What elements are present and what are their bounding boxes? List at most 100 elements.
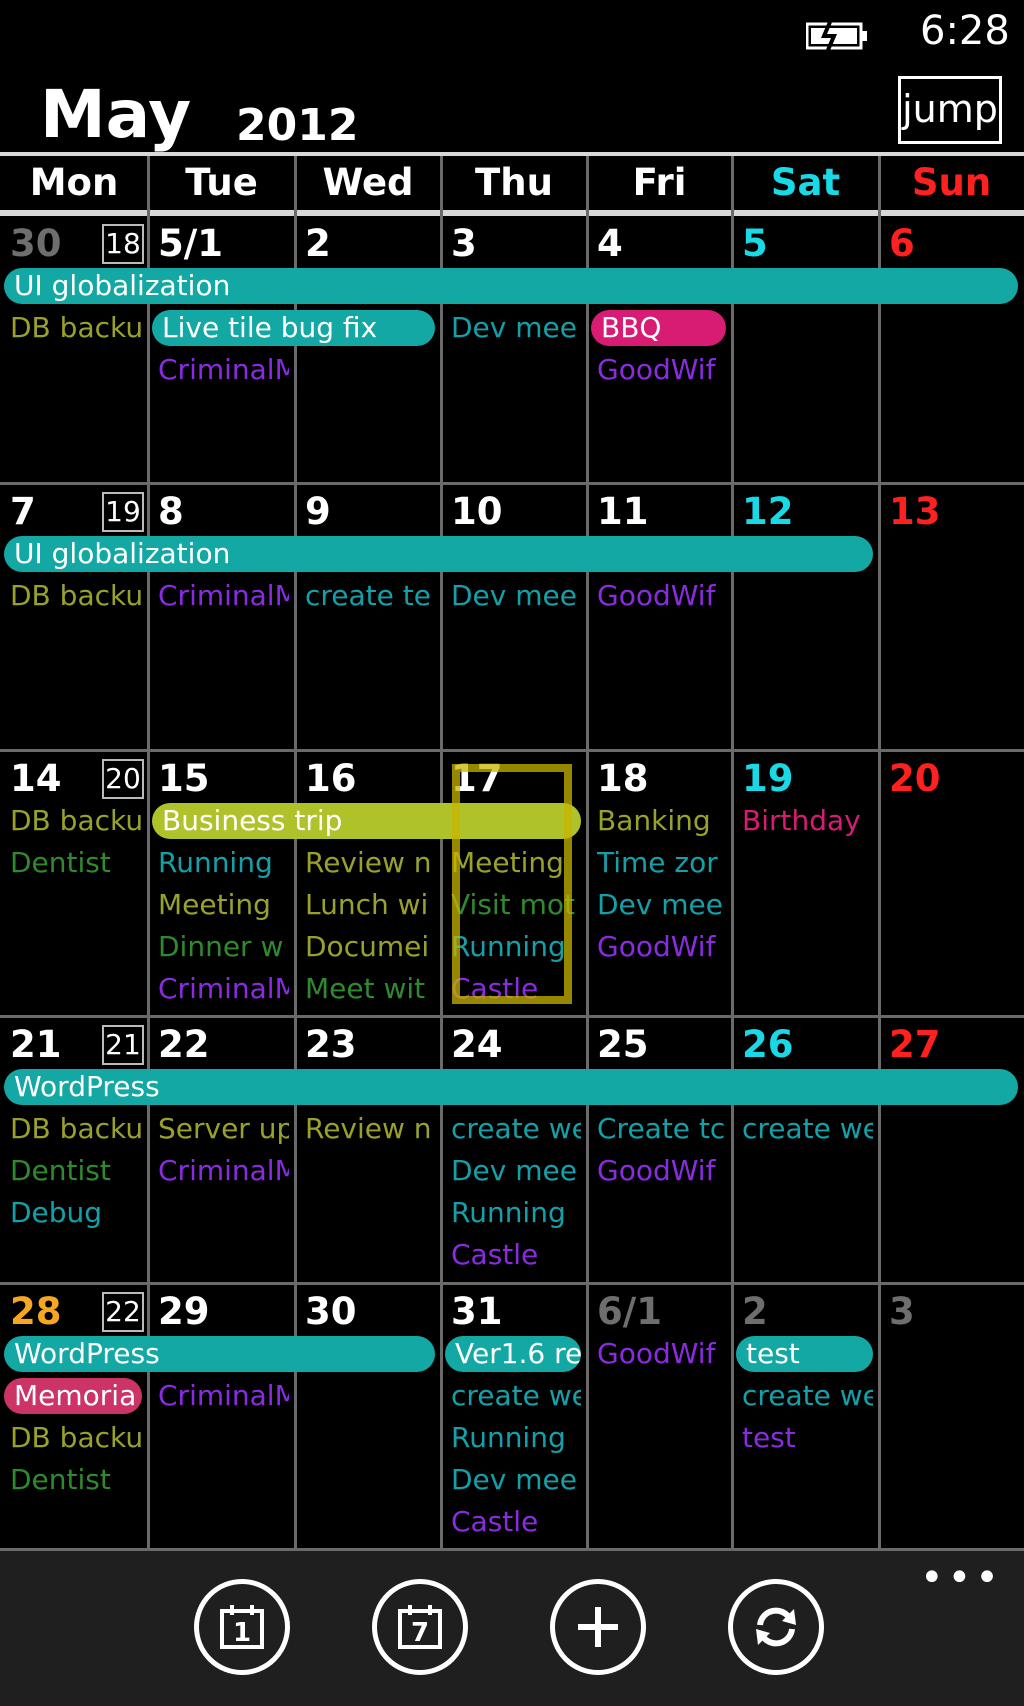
event-item[interactable]: create te	[305, 578, 435, 614]
day-number: 22	[158, 1023, 210, 1066]
event-bar[interactable]: UI globalization	[4, 268, 1018, 304]
event-item[interactable]: test	[742, 1420, 873, 1456]
day-number: 18	[597, 757, 649, 800]
week-number-badge: 20	[102, 759, 144, 799]
event-item[interactable]: Running	[451, 1420, 581, 1456]
status-time: 6:28	[920, 8, 1010, 54]
day-number: 20	[889, 757, 941, 800]
event-item[interactable]: Running	[451, 1195, 581, 1231]
event-bar[interactable]: BBQ	[591, 310, 726, 346]
event-item[interactable]: Dev mee	[451, 1153, 581, 1189]
calendar-app: 6:28 May 2012 jump Mon Tue Wed Thu Fri Sat Sun…	[0, 0, 1024, 1706]
event-item[interactable]: Castle	[451, 1237, 581, 1273]
week-number-badge: 21	[102, 1025, 144, 1065]
event-item[interactable]: CriminalM	[158, 352, 289, 388]
event-item[interactable]: Dev mee	[451, 578, 581, 614]
calendar-day-icon: 1	[220, 1605, 264, 1649]
day-number: 13	[889, 490, 941, 533]
event-item[interactable]: CriminalM	[158, 1153, 289, 1189]
status-bar: 6:28	[0, 0, 1024, 70]
svg-text:1: 1	[233, 1618, 251, 1648]
event-bar[interactable]: Live tile bug fix	[152, 310, 435, 346]
day-number: 30	[305, 1290, 357, 1333]
event-item[interactable]: create we	[451, 1111, 581, 1147]
day-of-week-thu: Thu	[475, 161, 553, 204]
event-item[interactable]: GoodWif	[597, 1153, 726, 1189]
event-item[interactable]: Dentist	[10, 1462, 142, 1498]
day-number: 31	[451, 1290, 503, 1333]
event-bar[interactable]: WordPress	[4, 1069, 1018, 1105]
event-item[interactable]: DB backu	[10, 1111, 142, 1147]
event-item[interactable]: Banking	[597, 803, 726, 839]
event-item[interactable]: Review n	[305, 845, 435, 881]
event-item[interactable]: GoodWif	[597, 352, 726, 388]
week-view-button[interactable]: 7	[372, 1579, 468, 1675]
event-item[interactable]: Documei	[305, 929, 435, 965]
event-item[interactable]: Time zor	[597, 845, 726, 881]
day-number: 28	[10, 1290, 62, 1333]
sync-button[interactable]	[728, 1579, 824, 1675]
event-item[interactable]: Lunch wi	[305, 887, 435, 923]
event-item[interactable]: Dentist	[10, 1153, 142, 1189]
event-item[interactable]: Debug	[10, 1195, 142, 1231]
day-number: 24	[451, 1023, 503, 1066]
event-item[interactable]: CriminalM	[158, 971, 289, 1007]
plus-icon	[578, 1607, 618, 1647]
event-item[interactable]: GoodWif	[597, 929, 726, 965]
event-bar[interactable]: test	[736, 1336, 873, 1372]
add-event-button[interactable]	[550, 1579, 646, 1675]
day-number: 14	[10, 757, 62, 800]
event-item[interactable]: GoodWif	[597, 578, 726, 614]
event-item[interactable]: Castle	[451, 1504, 581, 1540]
event-bar[interactable]: WordPress	[4, 1336, 435, 1372]
event-item[interactable]: create we	[742, 1378, 873, 1414]
day-number: 26	[742, 1023, 794, 1066]
sync-icon	[756, 1607, 796, 1647]
event-item[interactable]: DB backu	[10, 578, 142, 614]
event-item[interactable]: Dev mee	[597, 887, 726, 923]
month-title: May	[40, 76, 192, 153]
event-item[interactable]: Server up	[158, 1111, 289, 1147]
day-number: 2	[742, 1290, 768, 1333]
event-item[interactable]: create we	[451, 1378, 581, 1414]
day-number: 19	[742, 757, 794, 800]
event-item[interactable]: Dev mee	[451, 1462, 581, 1498]
event-item[interactable]: Create tc	[597, 1111, 726, 1147]
day-number: 29	[158, 1290, 210, 1333]
day-number: 5/1	[158, 222, 224, 265]
event-item[interactable]: CriminalM	[158, 578, 289, 614]
year-title: 2012	[236, 100, 359, 151]
event-item[interactable]: Review n	[305, 1111, 435, 1147]
calendar-week-icon: 7	[398, 1605, 442, 1649]
event-item[interactable]: Running	[158, 845, 289, 881]
event-item[interactable]: DB backu	[10, 1420, 142, 1456]
day-of-week-tue: Tue	[185, 161, 258, 204]
week-number-badge: 22	[102, 1292, 144, 1332]
svg-text:7: 7	[411, 1618, 429, 1648]
battery-charging-icon	[806, 21, 867, 51]
event-item[interactable]: Birthday	[742, 803, 873, 839]
event-item[interactable]: Meeting	[158, 887, 289, 923]
event-bar[interactable]: UI globalization	[4, 536, 873, 572]
event-item[interactable]: CriminalM	[158, 1378, 289, 1414]
event-bar[interactable]: Ver1.6 rel	[445, 1336, 581, 1372]
event-item[interactable]: DB backu	[10, 310, 142, 346]
event-item[interactable]: Dentist	[10, 845, 142, 881]
day-number: 21	[10, 1023, 62, 1066]
more-options-button[interactable]: •••	[920, 1558, 1003, 1598]
event-item[interactable]: Dev mee	[451, 310, 581, 346]
event-bar[interactable]: Memoria	[4, 1378, 142, 1414]
event-item[interactable]: GoodWif	[597, 1336, 726, 1372]
day-number: 15	[158, 757, 210, 800]
day-number: 4	[597, 222, 623, 265]
event-item[interactable]: create we	[742, 1111, 873, 1147]
event-item[interactable]: DB backu	[10, 803, 142, 839]
event-item[interactable]: Meet wit	[305, 971, 435, 1007]
jump-button[interactable]: jump	[898, 76, 1002, 144]
day-of-week-mon: Mon	[29, 161, 119, 204]
day-view-button[interactable]: 1	[194, 1579, 290, 1675]
event-item[interactable]: Dinner w	[158, 929, 289, 965]
today-highlight	[452, 764, 572, 1004]
day-number: 25	[597, 1023, 649, 1066]
day-number: 23	[305, 1023, 357, 1066]
